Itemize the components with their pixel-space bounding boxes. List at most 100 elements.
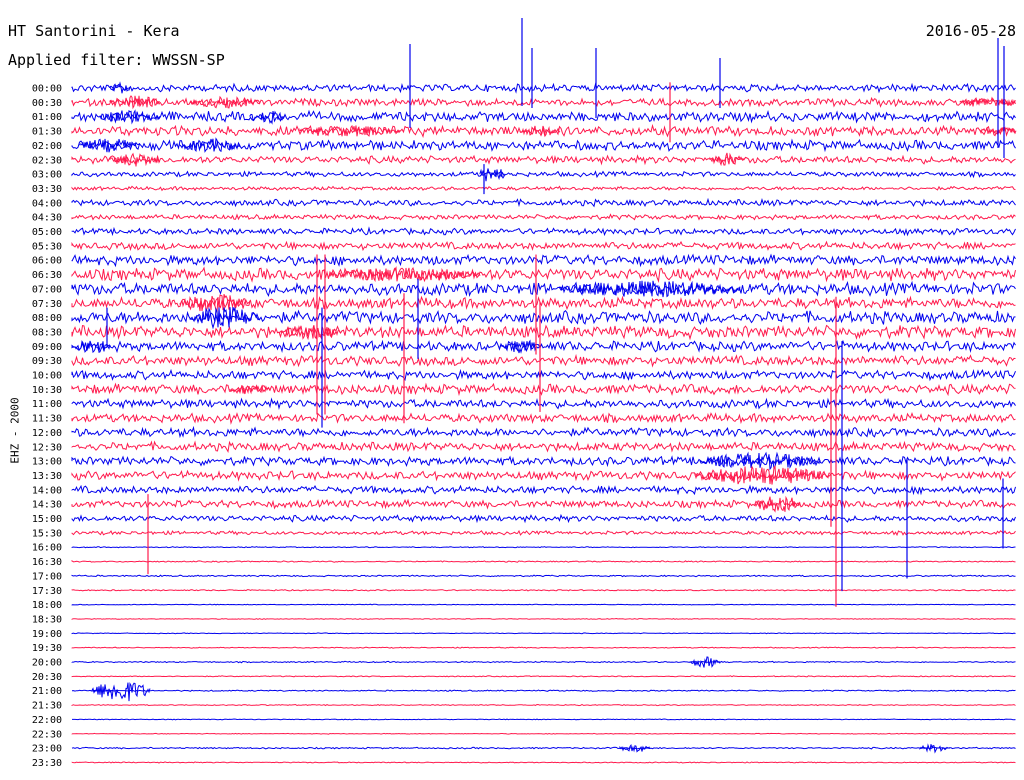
trace-line [71, 109, 1016, 124]
time-label: 15:00 [32, 514, 62, 525]
event-burst [709, 152, 746, 167]
trace-line [71, 498, 1016, 510]
time-label: 13:30 [32, 471, 62, 482]
trace-line [71, 368, 1016, 382]
trace-line [71, 397, 1016, 410]
time-label: 17:30 [32, 586, 62, 597]
time-label: 16:30 [32, 557, 62, 568]
trace-line [71, 213, 1016, 221]
time-label: 04:00 [32, 198, 62, 209]
trace-line [71, 226, 1016, 237]
time-label: 02:30 [32, 155, 62, 166]
trace-line [71, 240, 1016, 252]
time-label: 05:00 [32, 227, 62, 238]
time-label: 23:00 [32, 744, 62, 755]
time-label: 10:00 [32, 371, 62, 382]
event-burst [91, 682, 151, 702]
trace-line [71, 170, 1016, 179]
time-label: 03:00 [32, 170, 62, 181]
time-label: 16:00 [32, 543, 62, 554]
trace-line [71, 266, 1016, 283]
time-label: 20:30 [32, 672, 62, 683]
trace-line [71, 253, 1016, 268]
trace-line [71, 339, 1016, 354]
time-label: 21:00 [32, 686, 62, 697]
time-label: 22:00 [32, 715, 62, 726]
trace-line [71, 469, 1016, 482]
time-label: 08:30 [32, 327, 62, 338]
trace-line [71, 660, 1016, 664]
time-label: 23:30 [32, 758, 62, 769]
trace-line [71, 425, 1016, 439]
trace-line [71, 197, 1016, 208]
trace-line [71, 689, 1016, 692]
trace-line [71, 574, 1016, 578]
trace-line [71, 675, 1016, 678]
trace-line [71, 560, 1016, 563]
time-label: 08:00 [32, 313, 62, 324]
trace-line [71, 82, 1016, 94]
event-burst [109, 81, 131, 94]
event-burst [329, 266, 481, 283]
time-label: 19:30 [32, 643, 62, 654]
seismic-traces [71, 82, 1016, 764]
time-label: 18:30 [32, 614, 62, 625]
helicorder-plot: 00:00 00:30 01:00 01:30 02:00 02:30 03:00 03:30… [32, 18, 1017, 769]
seismic-events [71, 18, 1017, 754]
time-label: 05:30 [32, 241, 62, 252]
time-label: 07:00 [32, 284, 62, 295]
time-label: 04:30 [32, 213, 62, 224]
time-label: 17:00 [32, 571, 62, 582]
trace-line [71, 732, 1016, 735]
time-label: 21:30 [32, 701, 62, 712]
trace-line [71, 411, 1016, 425]
event-burst [249, 110, 286, 125]
trace-line [71, 382, 1016, 397]
trace-line [71, 529, 1016, 537]
time-label: 15:30 [32, 528, 62, 539]
time-label: 12:30 [32, 442, 62, 453]
trace-line [71, 646, 1016, 649]
time-label: 11:00 [32, 399, 62, 410]
time-label: 19:00 [32, 629, 62, 640]
event-burst [79, 138, 141, 153]
time-label: 12:00 [32, 428, 62, 439]
event-burst [689, 656, 721, 668]
time-labels: 00:00 00:30 01:00 01:30 02:00 02:30 03:00 03:30… [32, 84, 62, 769]
time-label: 06:30 [32, 270, 62, 281]
time-label: 09:30 [32, 356, 62, 367]
time-label: 10:30 [32, 385, 62, 396]
trace-line [71, 309, 1016, 325]
event-burst [109, 152, 161, 167]
time-label: 06:00 [32, 256, 62, 267]
trace-line [71, 185, 1016, 192]
trace-line [71, 353, 1016, 368]
event-burst [299, 124, 401, 137]
time-label: 20:00 [32, 658, 62, 669]
time-label: 11:30 [32, 414, 62, 425]
time-label: 14:00 [32, 485, 62, 496]
trace-line [71, 746, 1016, 750]
trace-line [71, 617, 1016, 620]
trace-line [71, 703, 1016, 707]
trace-line [72, 718, 1016, 721]
trace-line [71, 280, 1016, 298]
trace-line [71, 513, 1016, 524]
time-label: 09:00 [32, 342, 62, 353]
time-label: 01:00 [32, 112, 62, 123]
time-label: 01:30 [32, 127, 62, 138]
trace-line [71, 154, 1016, 166]
time-label: 14:30 [32, 500, 62, 511]
trace-line [71, 632, 1016, 635]
time-label: 00:00 [32, 84, 62, 95]
time-label: 02:00 [32, 141, 62, 152]
time-label: 07:30 [32, 299, 62, 310]
trace-line [71, 484, 1016, 496]
trace-line [71, 455, 1016, 468]
trace-line [71, 440, 1016, 453]
event-burst [109, 95, 161, 110]
time-label: 22:30 [32, 729, 62, 740]
trace-line [71, 588, 1016, 592]
trace-line [71, 603, 1016, 606]
time-label: 00:30 [32, 98, 62, 109]
